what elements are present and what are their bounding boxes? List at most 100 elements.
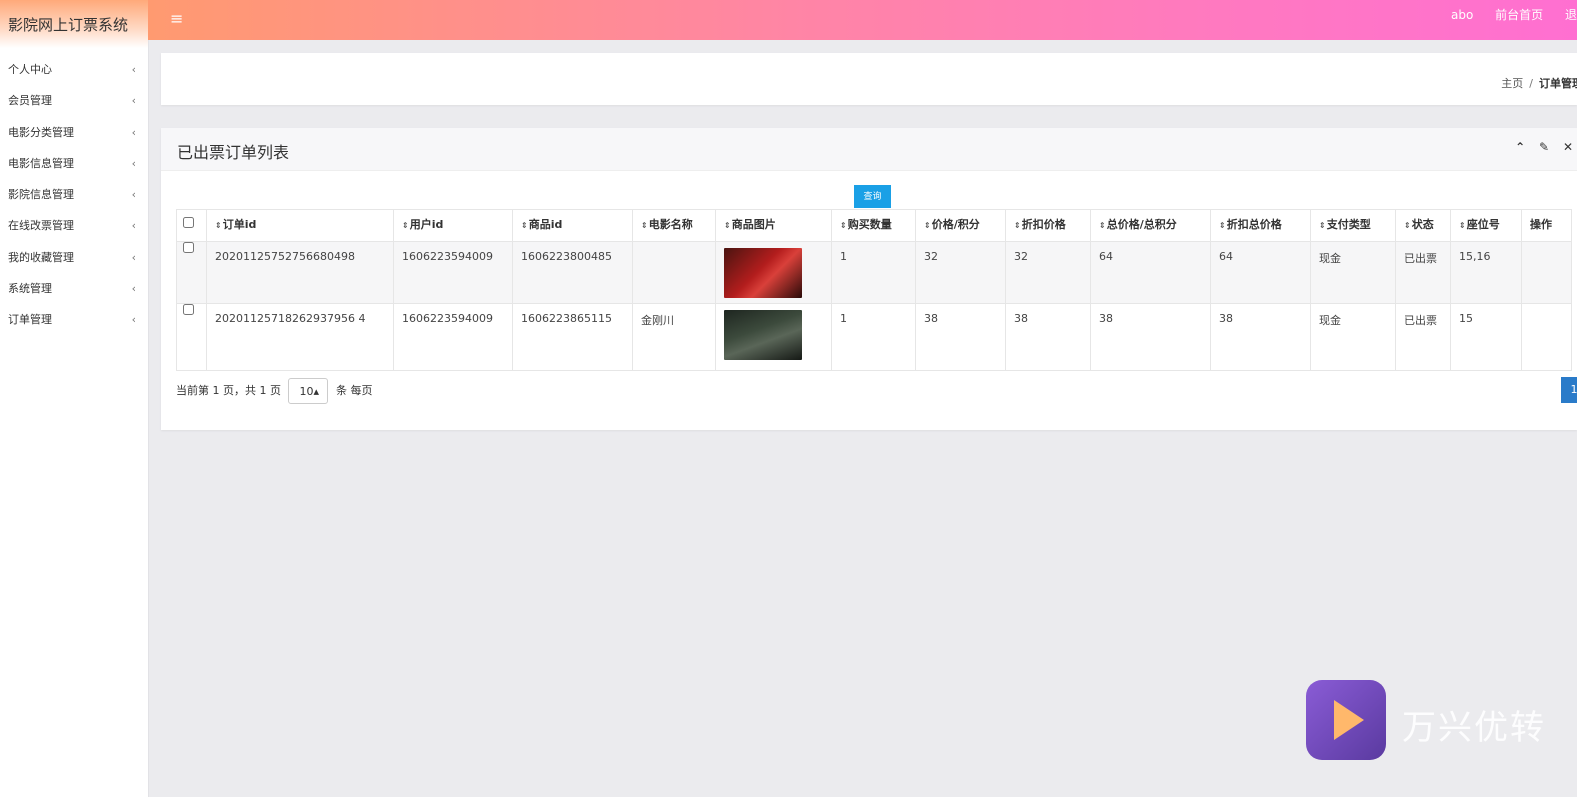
- cell-status: 已出票: [1395, 241, 1451, 304]
- watermark-text: 万兴优转: [1402, 708, 1546, 748]
- wrench-icon[interactable]: ✎: [1539, 140, 1549, 154]
- cell-pay-type: 现金: [1310, 303, 1396, 371]
- query-button[interactable]: 查询: [854, 185, 891, 208]
- watermark-logo-icon: [1306, 680, 1386, 760]
- column-header-movie-name[interactable]: ⇕电影名称: [632, 209, 716, 242]
- sidebar-item-ticket-change[interactable]: 在线改票管理 ‹: [0, 210, 148, 241]
- cell-product-id: 1606223800485: [512, 241, 633, 304]
- cell-discount-price: 38: [1005, 303, 1091, 371]
- chevron-left-icon: ‹: [131, 282, 136, 296]
- sort-icon: ⇕: [1014, 221, 1021, 230]
- breadcrumb: 主页 / 订单管理: [1501, 75, 1577, 91]
- select-all-checkbox[interactable]: [183, 217, 194, 228]
- column-header-product-id[interactable]: ⇕商品id: [512, 209, 633, 242]
- cell-product-image: [715, 241, 832, 304]
- cell-movie-name: [632, 241, 716, 304]
- sidebar-item-label: 在线改票管理: [8, 219, 74, 233]
- cell-seats: 15,16: [1450, 241, 1522, 304]
- cell-movie-name: 金刚川: [632, 303, 716, 371]
- column-header-pay-type[interactable]: ⇕支付类型: [1310, 209, 1396, 242]
- cell-discount-total: 38: [1210, 303, 1311, 371]
- sidebar-item-label: 电影分类管理: [8, 125, 74, 139]
- column-header-order-id[interactable]: ⇕订单id: [206, 209, 394, 242]
- column-header-product-image[interactable]: ⇕商品图片: [715, 209, 832, 242]
- breadcrumb-separator: /: [1529, 77, 1533, 90]
- sidebar-item-personal-center[interactable]: 个人中心 ‹: [0, 54, 148, 85]
- page-button-1[interactable]: 1: [1561, 377, 1577, 403]
- sort-icon: ⇕: [924, 221, 931, 230]
- chevron-left-icon: ‹: [131, 219, 136, 233]
- cell-product-id: 1606223865115: [512, 303, 633, 371]
- sidebar-item-label: 系统管理: [8, 282, 52, 296]
- chevron-left-icon: ‹: [131, 63, 136, 76]
- user-name-link[interactable]: abo: [1451, 8, 1473, 22]
- sidebar-item-favorites[interactable]: 我的收藏管理 ‹: [0, 242, 148, 273]
- column-header-discount-price[interactable]: ⇕折扣价格: [1005, 209, 1091, 242]
- sidebar-item-movie-info[interactable]: 电影信息管理 ‹: [0, 148, 148, 179]
- sidebar-item-label: 个人中心: [8, 63, 52, 76]
- panel-tools: ⌃ ✎ ✕: [1505, 140, 1573, 154]
- caret-up-icon: ▴: [313, 385, 320, 398]
- cell-price: 38: [915, 303, 1006, 371]
- page-size-select[interactable]: 10▴: [288, 378, 329, 404]
- sidebar-item-movie-categories[interactable]: 电影分类管理 ‹: [0, 117, 148, 148]
- sort-icon: ⇕: [1319, 221, 1326, 230]
- table-row: 20201125718262937956 4 1606223594009 160…: [176, 303, 1572, 371]
- column-header-user-id[interactable]: ⇕用户id: [393, 209, 513, 242]
- column-header-quantity[interactable]: ⇕购买数量: [831, 209, 916, 242]
- breadcrumb-card: 主页 / 订单管理: [161, 53, 1577, 105]
- sidebar-item-orders[interactable]: 订单管理 ‹: [0, 304, 148, 335]
- cell-product-image: [715, 303, 832, 371]
- app-title: 影院网上订票系统: [0, 0, 148, 48]
- chevron-left-icon: ‹: [131, 313, 136, 327]
- cell-user-id: 1606223594009: [393, 303, 513, 371]
- row-select-cell: [176, 303, 207, 371]
- close-icon[interactable]: ✕: [1563, 140, 1573, 154]
- sidebar-item-members[interactable]: 会员管理 ‹: [0, 85, 148, 116]
- row-select-cell: [176, 241, 207, 304]
- per-page-text: 条 每页: [335, 384, 373, 397]
- row-checkbox[interactable]: [183, 242, 194, 253]
- cell-actions: [1521, 303, 1572, 371]
- top-links: abo 前台首页 退出: [1451, 6, 1577, 23]
- movie-poster-image: [724, 248, 802, 298]
- front-home-link[interactable]: 前台首页: [1495, 6, 1543, 23]
- sort-icon: ⇕: [215, 221, 222, 230]
- row-checkbox[interactable]: [183, 304, 194, 315]
- collapse-icon[interactable]: ⌃: [1515, 140, 1525, 154]
- cell-pay-type: 现金: [1310, 241, 1396, 304]
- movie-poster-image: [724, 310, 802, 360]
- pagination-info: 当前第 1 页，共 1 页 10▴ 条 每页: [176, 378, 372, 404]
- column-header-seats[interactable]: ⇕座位号: [1450, 209, 1522, 242]
- sidebar-item-cinema-info[interactable]: 影院信息管理 ‹: [0, 179, 148, 210]
- logout-link[interactable]: 退出: [1565, 6, 1577, 23]
- column-header-status[interactable]: ⇕状态: [1395, 209, 1451, 242]
- breadcrumb-home[interactable]: 主页: [1501, 77, 1523, 90]
- chevron-left-icon: ‹: [131, 156, 136, 170]
- sidebar-menu: 个人中心 ‹ 会员管理 ‹ 电影分类管理 ‹ 电影信息管理 ‹ 影院信息管理 ‹ 在线改票…: [0, 54, 148, 336]
- orders-table: ⇕订单id ⇕用户id ⇕商品id ⇕电影名称 ⇕商品图片 ⇕购买数量 ⇕价格/…: [176, 209, 1572, 371]
- order-list-panel: 已出票订单列表 ⌃ ✎ ✕ 查询 ⇕订单id ⇕用户id ⇕商品id ⇕电影名称…: [161, 128, 1577, 430]
- cell-order-id: 20201125718262937956 4: [206, 303, 394, 371]
- sidebar-item-label: 电影信息管理: [8, 156, 74, 170]
- top-bar: ≡ abo 前台首页 退出: [148, 0, 1577, 40]
- hamburger-menu-icon[interactable]: ≡: [170, 9, 183, 28]
- chevron-left-icon: ‹: [131, 94, 136, 108]
- column-header-price[interactable]: ⇕价格/积分: [915, 209, 1006, 242]
- sort-icon: ⇕: [840, 221, 847, 230]
- sidebar: 影院网上订票系统 个人中心 ‹ 会员管理 ‹ 电影分类管理 ‹ 电影信息管理 ‹ 影院信…: [0, 0, 149, 797]
- sidebar-item-label: 影院信息管理: [8, 188, 74, 202]
- chevron-left-icon: ‹: [131, 250, 136, 264]
- cell-price: 32: [915, 241, 1006, 304]
- sort-icon: ⇕: [1459, 221, 1466, 230]
- play-icon: [1334, 700, 1364, 740]
- sidebar-item-system[interactable]: 系统管理 ‹: [0, 273, 148, 304]
- sort-icon: ⇕: [724, 221, 731, 230]
- column-header-discount-total[interactable]: ⇕折扣总价格: [1210, 209, 1311, 242]
- cell-discount-price: 32: [1005, 241, 1091, 304]
- column-header-actions: 操作: [1521, 209, 1572, 242]
- column-header-total[interactable]: ⇕总价格/总积分: [1090, 209, 1211, 242]
- cell-discount-total: 64: [1210, 241, 1311, 304]
- breadcrumb-current: 订单管理: [1539, 77, 1577, 90]
- sort-icon: ⇕: [521, 221, 528, 230]
